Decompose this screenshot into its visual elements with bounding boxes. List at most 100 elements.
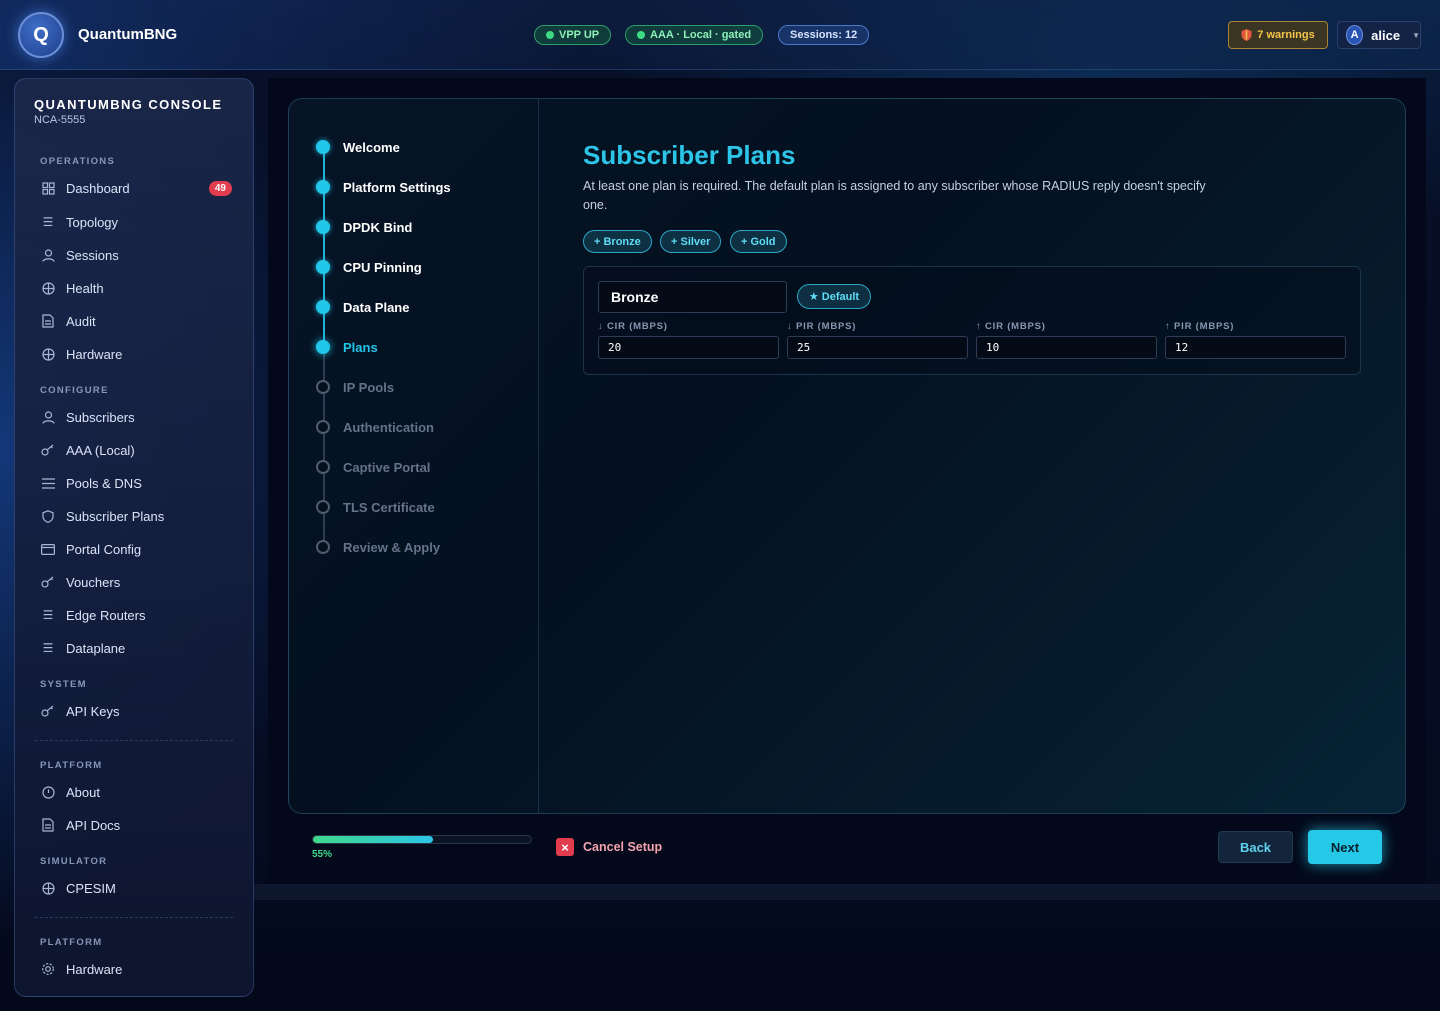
sidebar-item-dataplane[interactable]: ☰ Dataplane xyxy=(40,635,232,661)
list-icon xyxy=(40,475,56,491)
sidebar-item-dashboard[interactable]: Dashboard 49 xyxy=(40,175,232,201)
user-icon xyxy=(40,247,56,263)
sliders-icon: ☰ xyxy=(42,215,54,229)
step-dot-icon xyxy=(316,140,330,154)
status-pill-aaa: AAA · Local · gated xyxy=(625,25,764,45)
step-dot-icon xyxy=(316,380,330,394)
shield-icon xyxy=(40,508,56,524)
sidebar-divider xyxy=(35,740,233,741)
sidebar-item-sessions[interactable]: Sessions xyxy=(40,242,232,268)
step-plans[interactable]: Plans xyxy=(316,339,378,355)
step-ip-pools[interactable]: IP Pools xyxy=(316,379,394,395)
globe-icon xyxy=(40,280,56,296)
sidebar-item-about[interactable]: About xyxy=(40,779,232,805)
setup-progress-fill xyxy=(313,836,433,843)
down-pir-input[interactable]: 25 xyxy=(787,336,968,359)
step-platform-settings[interactable]: Platform Settings xyxy=(316,179,451,195)
sidebar-item-topology[interactable]: ☰ Topology xyxy=(40,209,232,235)
stepper-track-active xyxy=(323,147,325,347)
main-bottom-edge xyxy=(254,884,1440,900)
key-icon xyxy=(40,574,56,590)
up-pir-input[interactable]: 12 xyxy=(1165,336,1346,359)
sidebar-item-pools-dns[interactable]: Pools & DNS xyxy=(40,470,232,496)
status-dot-icon xyxy=(546,31,554,39)
sidebar-item-api-docs[interactable]: API Docs xyxy=(40,812,232,838)
section-simulator: SIMULATOR xyxy=(40,856,108,867)
section-platform: PLATFORM xyxy=(40,760,103,771)
window-icon xyxy=(40,541,56,557)
sidebar-item-subscribers[interactable]: Subscribers xyxy=(40,404,232,430)
add-gold-button[interactable]: + Gold xyxy=(730,230,787,253)
user-name: alice xyxy=(1371,27,1401,43)
page-title: Subscriber Plans xyxy=(583,140,796,170)
star-icon: ★ xyxy=(808,291,819,303)
warnings-button[interactable]: 7 warnings xyxy=(1228,21,1328,49)
status-dot-icon xyxy=(637,31,645,39)
shield-icon xyxy=(1241,29,1252,41)
step-captive-portal[interactable]: Captive Portal xyxy=(316,459,430,475)
wizard-divider xyxy=(538,99,539,813)
sidebar-item-portal-config[interactable]: Portal Config xyxy=(40,536,232,562)
sidebar-item-aaa[interactable]: AAA (Local) xyxy=(40,437,232,463)
sliders-icon: ☰ xyxy=(42,641,54,655)
step-data-plane[interactable]: Data Plane xyxy=(316,299,409,315)
brand-name: QuantumBNG xyxy=(78,26,178,43)
default-plan-button[interactable]: ★ Default xyxy=(797,284,871,309)
key-icon xyxy=(40,442,56,458)
section-system: SYSTEM xyxy=(40,679,87,690)
sidebar-item-hardware-2[interactable]: Hardware xyxy=(40,956,232,982)
step-dot-icon xyxy=(316,260,330,274)
sidebar-item-api-keys[interactable]: API Keys xyxy=(40,698,232,724)
down-pir-label: ↓ PIR (MBPS) xyxy=(787,321,857,332)
setup-progress-bar xyxy=(312,835,532,844)
step-dot-icon xyxy=(316,420,330,434)
section-configure: CONFIGURE xyxy=(40,385,109,396)
step-dot-icon xyxy=(316,340,330,354)
status-badge: 49 xyxy=(208,180,232,196)
step-tls-certificate[interactable]: TLS Certificate xyxy=(316,499,435,515)
chevron-down-icon: ▼ xyxy=(1412,30,1420,40)
key-icon xyxy=(40,703,56,719)
globe-icon xyxy=(40,346,56,362)
sidebar-divider xyxy=(35,917,233,918)
up-cir-input[interactable]: 10 xyxy=(976,336,1157,359)
section-platform-2: PLATFORM xyxy=(40,937,103,948)
add-silver-button[interactable]: + Silver xyxy=(660,230,722,253)
grid-icon xyxy=(40,180,56,196)
sidebar-item-health[interactable]: Health xyxy=(40,275,232,301)
info-icon xyxy=(40,784,56,800)
sidebar-item-edge-routers[interactable]: ☰ Edge Routers xyxy=(40,602,232,628)
step-cpu-pinning[interactable]: CPU Pinning xyxy=(316,259,422,275)
section-operations: OPERATIONS xyxy=(40,156,116,167)
back-button[interactable]: Back xyxy=(1218,831,1293,863)
step-dot-icon xyxy=(316,500,330,514)
plan-name-input[interactable]: Bronze xyxy=(598,281,787,313)
next-button[interactable]: Next xyxy=(1308,830,1382,864)
step-review-apply[interactable]: Review & Apply xyxy=(316,539,440,555)
logo[interactable]: Q xyxy=(18,12,64,58)
status-pill-vpp: VPP UP xyxy=(534,25,612,45)
sidebar-item-audit[interactable]: Audit xyxy=(40,308,232,334)
page-description: At least one plan is required. The defau… xyxy=(583,179,1206,212)
step-authentication[interactable]: Authentication xyxy=(316,419,434,435)
step-dpdk-bind[interactable]: DPDK Bind xyxy=(316,219,412,235)
sliders-icon: ☰ xyxy=(42,608,54,622)
step-dot-icon xyxy=(316,460,330,474)
sidebar-item-vouchers[interactable]: Vouchers xyxy=(40,569,232,595)
down-cir-input[interactable]: 20 xyxy=(598,336,779,359)
sidebar-title: QUANTUMBNG CONSOLE xyxy=(34,97,223,112)
user-menu[interactable]: A alice ▼ xyxy=(1337,21,1421,49)
cancel-setup-button[interactable]: × Cancel Setup xyxy=(556,838,662,856)
step-dot-icon xyxy=(316,220,330,234)
sidebar: QUANTUMBNG CONSOLE NCA-5555 OPERATIONS D… xyxy=(14,78,254,997)
up-cir-label: ↑ CIR (MBPS) xyxy=(976,321,1046,332)
sidebar-item-cpesim[interactable]: CPESIM xyxy=(40,875,232,901)
close-icon: × xyxy=(556,838,574,856)
sidebar-item-hardware[interactable]: Hardware xyxy=(40,341,232,367)
gear-icon xyxy=(40,961,56,977)
add-bronze-button[interactable]: + Bronze xyxy=(583,230,652,253)
top-bar: Q QuantumBNG VPP UP AAA · Local · gated … xyxy=(0,0,1440,70)
sidebar-item-subscriber-plans[interactable]: Subscriber Plans xyxy=(40,503,232,529)
document-icon xyxy=(40,817,56,833)
step-welcome[interactable]: Welcome xyxy=(316,139,400,155)
